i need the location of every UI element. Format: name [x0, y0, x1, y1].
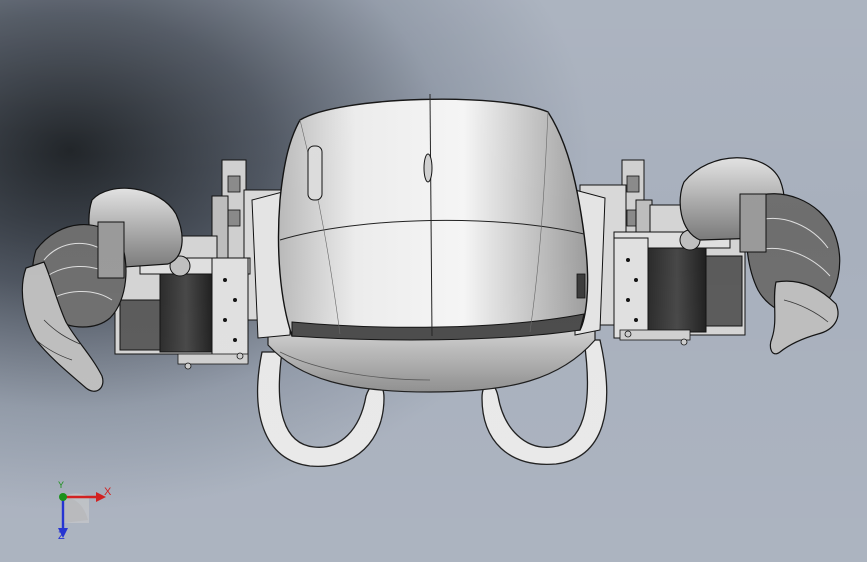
axis-z-label: Z [58, 530, 65, 542]
y-axis-dot [59, 493, 67, 501]
robot-model[interactable] [0, 0, 867, 562]
head-shell [277, 93, 589, 341]
cad-viewport[interactable]: X Y Z [0, 0, 867, 562]
axis-y-label: Y [58, 480, 65, 490]
axis-x-label: X [104, 486, 112, 498]
